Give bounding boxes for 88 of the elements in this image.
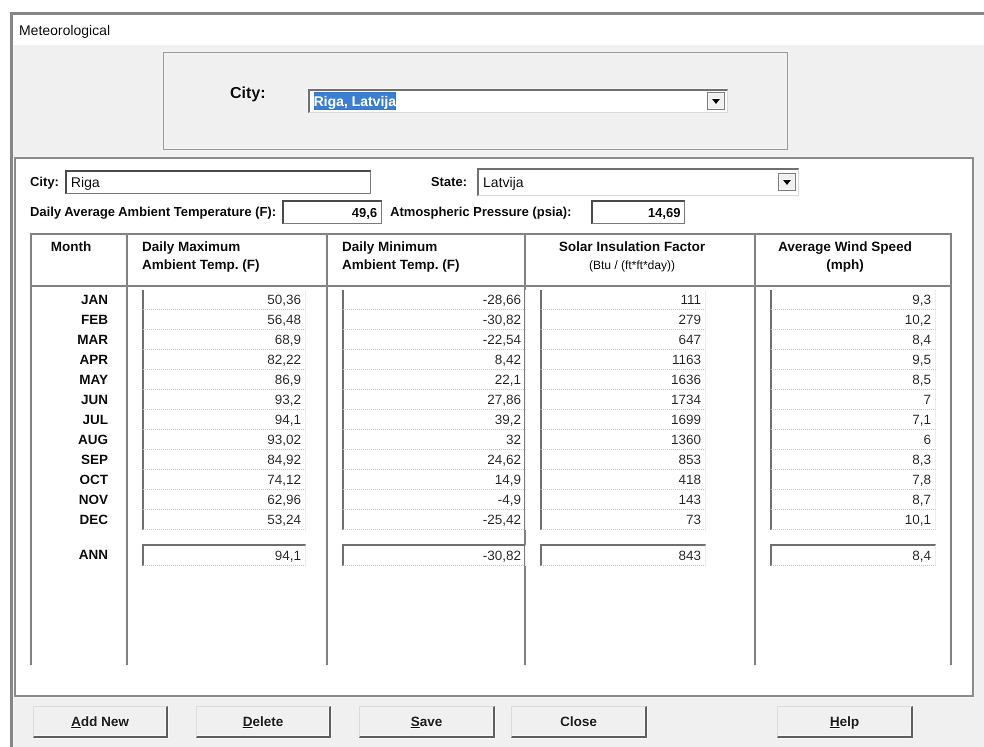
value-field[interactable]: 93,02 [142, 430, 306, 450]
value-field[interactable]: 94,1 [142, 410, 306, 430]
column-header: Daily Maximum Ambient Temp. (F) [128, 234, 326, 287]
selected-text: Riga, Latvija [314, 92, 396, 110]
dialog-button[interactable]: Help [777, 706, 913, 738]
value-field[interactable]: 74,12 [142, 470, 306, 490]
month-label: JAN [80, 291, 109, 310]
value-field[interactable]: 56,48 [142, 310, 306, 330]
avg-temp-field[interactable]: 49,6 [282, 200, 382, 224]
avg-temp-label: Daily Average Ambient Temperature (F): [30, 204, 276, 220]
month-label: JUL [81, 411, 109, 430]
month-label: MAY [78, 371, 109, 390]
window-title: Meteorological [13, 15, 984, 45]
value-field[interactable]: 8,7 [770, 490, 936, 510]
value-field[interactable]: 32 [342, 430, 526, 450]
dialog-button[interactable]: Save [359, 706, 495, 738]
city-field[interactable]: Riga [64, 170, 371, 194]
value-field[interactable]: 22,1 [342, 370, 526, 390]
value-field[interactable]: 93,2 [142, 390, 306, 410]
dialog-button[interactable]: Delete [196, 706, 331, 738]
city-dropdown[interactable]: Riga, Latvija [308, 88, 728, 113]
column-header: Daily Minimum Ambient Temp. (F) [328, 234, 524, 287]
value-field[interactable]: -30,82 [342, 310, 526, 330]
dialog-button[interactable]: Close [511, 706, 647, 738]
month-label: OCT [78, 471, 109, 490]
value-field[interactable]: 111 [540, 290, 706, 310]
month-label: FEB [80, 311, 109, 330]
value-field[interactable]: 50,36 [142, 290, 306, 310]
pressure-field[interactable]: 14,69 [591, 200, 686, 224]
value-field[interactable]: 8,4 [770, 330, 936, 350]
month-label: AUG [77, 431, 109, 450]
pressure-label: Atmospheric Pressure (psia): [390, 204, 572, 220]
month-label: SEP [80, 451, 109, 470]
value-field[interactable]: 82,22 [142, 350, 306, 370]
value-field[interactable]: 1360 [540, 430, 706, 450]
value-field[interactable]: 39,2 [342, 410, 526, 430]
month-label: MAR [76, 331, 109, 350]
month-label: DEC [78, 511, 109, 530]
value-field[interactable]: 647 [540, 330, 706, 350]
city-label: City: [230, 84, 266, 103]
value-field[interactable]: 73 [540, 510, 706, 530]
annual-value-field[interactable]: 94,1 [142, 544, 306, 566]
value-field[interactable]: 24,62 [342, 450, 526, 470]
value-field[interactable]: 10,2 [770, 310, 936, 330]
month-label: NOV [78, 491, 109, 510]
value-field[interactable]: 68,9 [142, 330, 306, 350]
city-label: City: [30, 174, 59, 190]
value-field[interactable]: 1734 [540, 390, 706, 410]
value-field[interactable]: 1163 [540, 350, 706, 370]
value-field[interactable]: 7,1 [770, 410, 936, 430]
value-field[interactable]: -4,9 [342, 490, 526, 510]
value-field[interactable]: 7 [770, 390, 936, 410]
value-field[interactable]: 8,3 [770, 450, 936, 470]
value-field[interactable]: 86,9 [142, 370, 306, 390]
value-field[interactable]: 9,3 [770, 290, 936, 310]
month-label: ANN [78, 546, 109, 564]
value-field[interactable]: 27,86 [342, 390, 526, 410]
annual-value-field[interactable]: 8,4 [770, 544, 936, 566]
value-field[interactable]: 279 [540, 310, 706, 330]
value-field[interactable]: 1636 [540, 370, 706, 390]
month-label: APR [78, 351, 109, 370]
value-field[interactable]: 14,9 [342, 470, 526, 490]
value-field[interactable]: 84,92 [142, 450, 306, 470]
column-header: Average Wind Speed (mph) [756, 234, 950, 287]
dialog-button[interactable]: Add New [33, 706, 168, 738]
value-field[interactable]: 8,5 [770, 370, 936, 390]
value-field[interactable]: 9,5 [770, 350, 936, 370]
annual-value-field[interactable]: -30,82 [342, 544, 526, 566]
state-dropdown[interactable]: Latvija [477, 168, 800, 196]
value-field[interactable]: 853 [540, 450, 706, 470]
value-field[interactable]: 418 [540, 470, 706, 490]
value-field[interactable]: 10,1 [770, 510, 936, 530]
value-field[interactable]: -25,42 [342, 510, 526, 530]
month-label: JUN [80, 391, 109, 410]
value-field[interactable]: 7,8 [770, 470, 936, 490]
annual-value-field[interactable]: 843 [540, 544, 706, 566]
value-field[interactable]: -22,54 [342, 330, 526, 350]
value-field[interactable]: 62,96 [142, 490, 306, 510]
value-field[interactable]: -28,66 [342, 290, 526, 310]
value-field[interactable]: 8,42 [342, 350, 526, 370]
column-header: Month [32, 234, 126, 287]
value-field[interactable]: 53,24 [142, 510, 306, 530]
value-field[interactable]: 1699 [540, 410, 706, 430]
column-header: Solar Insulation Factor (Btu / (ft*ft*day)) [526, 234, 754, 287]
value-field[interactable]: 143 [540, 490, 706, 510]
state-value: Latvija [483, 174, 524, 190]
state-label: State: [430, 174, 468, 190]
value-field[interactable]: 6 [770, 430, 936, 450]
